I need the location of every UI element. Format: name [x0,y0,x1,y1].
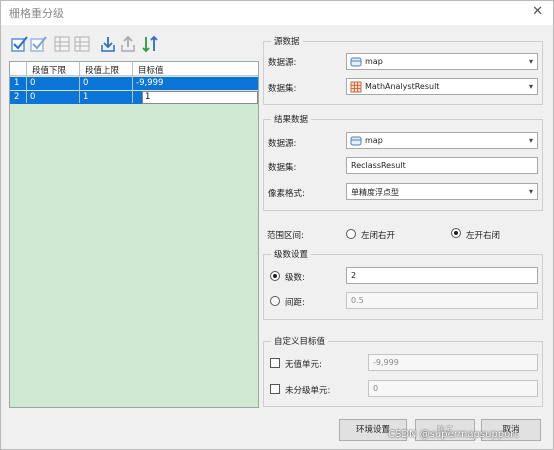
column-divider [132,62,133,103]
close-icon[interactable]: ✕ [532,4,543,19]
reclass-dialog: 栅格重分级 ✕ 段值下限 段值上限 目标值 1 0 0 -9,999 2 0 1… [0,0,554,450]
result-dataset-label: 数据集: [268,163,297,173]
reverse-icon[interactable] [141,35,159,53]
range-left-closed-radio[interactable] [346,229,356,239]
table-header: 段值下限 段值上限 目标值 [10,62,258,76]
cell-upper[interactable]: 0 [83,78,88,88]
source-datasource-value: map [365,57,383,66]
datasource-icon [350,136,362,146]
chevron-down-icon: ▾ [528,187,533,196]
chevron-down-icon: ▾ [528,136,533,145]
column-divider [26,62,27,103]
levels-group: 级数设置 级数: 2 间距: 0.5 [263,248,543,320]
source-title: 源数据 [271,35,303,47]
cell-lower[interactable]: 0 [30,78,35,88]
source-dataset-value: MathAnalystResult [365,82,440,91]
chevron-down-icon: ▾ [528,82,533,91]
watermark: CSDN @supermapsupport [388,429,519,440]
datasource-icon [350,57,362,67]
pixel-format-label: 像素格式: [268,189,305,199]
export-icon[interactable] [119,35,137,53]
result-dataset-input[interactable]: ReclassResult [346,157,538,174]
nodata-label[interactable]: 无值单元: [285,358,322,370]
nodata-checkbox[interactable] [270,358,280,368]
result-datasource-value: map [365,136,383,145]
pixel-format-select[interactable]: 单精度浮点型 ▾ [346,183,538,200]
nodata-input[interactable]: -9,999 [368,354,538,371]
unclassified-label[interactable]: 未分级单元: [285,384,330,396]
chevron-down-icon: ▾ [528,57,533,66]
source-datasource-select[interactable]: map ▾ [346,53,538,70]
interval-input[interactable]: 0.5 [346,292,538,309]
cell-target[interactable]: -9,999 [136,78,163,88]
level-count-input[interactable]: 2 [346,267,538,284]
result-datasource-select[interactable]: map ▾ [346,132,538,149]
title-bar: 栅格重分级 ✕ [1,1,553,25]
import-icon[interactable] [99,35,117,53]
source-datasource-label: 数据源: [268,58,297,68]
header-upper[interactable]: 段值上限 [85,64,119,76]
table-row[interactable]: 2 0 1 1 [10,91,258,104]
cell-lower[interactable]: 0 [30,92,35,102]
header-lower[interactable]: 段值下限 [32,64,66,76]
select-all-icon[interactable] [11,35,29,53]
range-right-closed-label[interactable]: 左开右闭 [466,229,500,241]
reclass-table[interactable]: 段值下限 段值上限 目标值 1 0 0 -9,999 2 0 1 1 [9,61,259,408]
dialog-title: 栅格重分级 [9,7,64,20]
insert-row-icon[interactable] [53,35,71,53]
level-count-radio[interactable] [270,271,280,281]
unclassified-checkbox[interactable] [270,384,280,394]
grid-dataset-icon [350,81,362,93]
level-count-label[interactable]: 级数: [285,271,305,283]
range-label: 范围区间: [267,231,304,241]
delete-row-icon[interactable] [73,35,91,53]
interval-label[interactable]: 间距: [285,296,305,308]
row-index: 1 [14,78,20,88]
table-row[interactable]: 1 0 0 -9,999 [10,77,258,90]
range-left-closed-label[interactable]: 左闭右开 [361,229,395,241]
custom-target-group: 自定义目标值 无值单元: -9,999 未分级单元: 0 [263,335,543,407]
pixel-format-value: 单精度浮点型 [351,188,399,197]
result-data-group: 结果数据 数据源: map ▾ 数据集: ReclassResult 像素格式:… [263,113,543,211]
column-divider [79,62,80,103]
custom-title: 自定义目标值 [271,335,329,347]
levels-title: 级数设置 [271,248,312,260]
cell-upper[interactable]: 1 [83,92,88,102]
range-right-closed-radio[interactable] [451,228,461,238]
table-toolbar [9,33,259,59]
source-dataset-select[interactable]: MathAnalystResult ▾ [346,78,538,95]
source-data-group: 源数据 数据源: map ▾ 数据集: MathAnalystResult ▾ [263,35,543,105]
unclassified-input[interactable]: 0 [368,380,538,397]
header-target[interactable]: 目标值 [138,64,164,76]
result-datasource-label: 数据源: [268,139,297,149]
interval-radio[interactable] [270,296,280,306]
row-index: 2 [14,92,20,102]
source-dataset-label: 数据集: [268,84,297,94]
select-invert-icon[interactable] [30,35,48,53]
cell-target-editor[interactable]: 1 [142,91,258,104]
result-title: 结果数据 [271,113,312,125]
